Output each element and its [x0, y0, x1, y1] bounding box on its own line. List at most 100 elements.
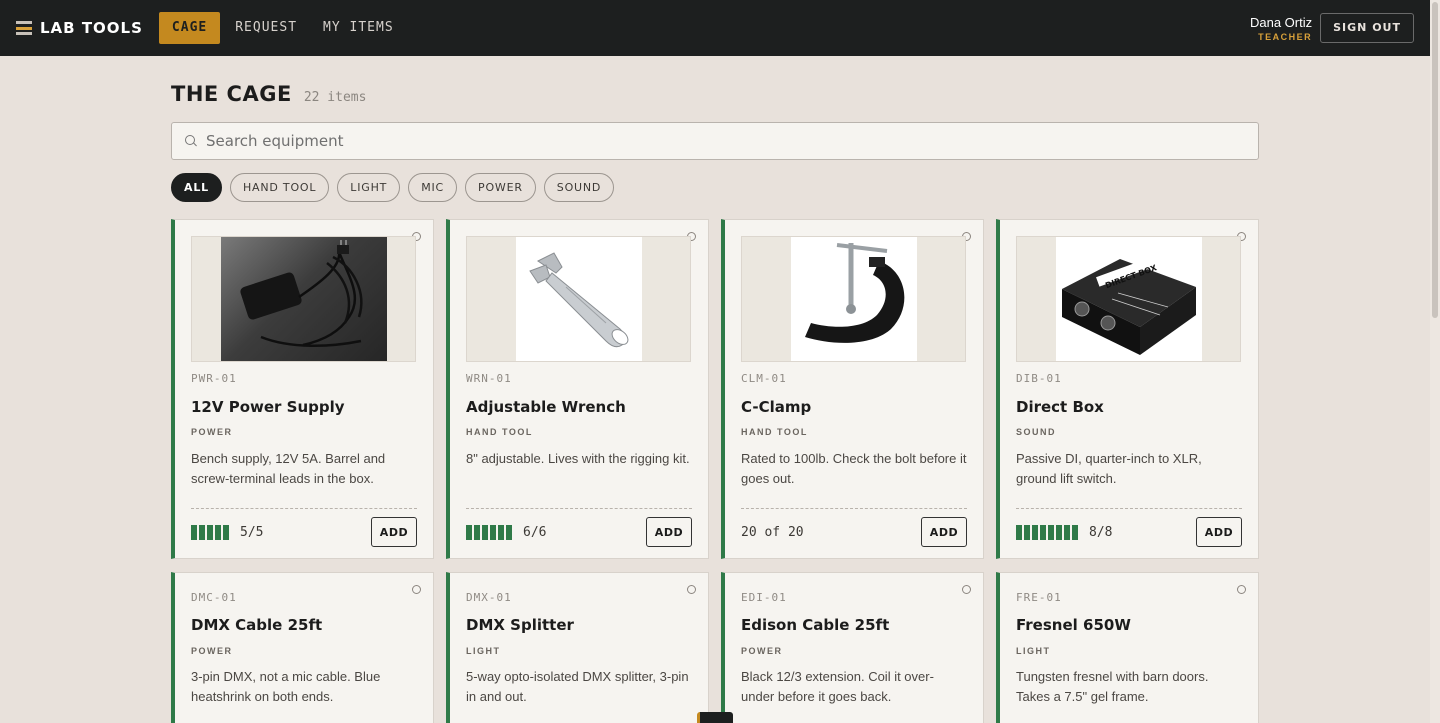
item-card[interactable]: EDI-01 Edison Cable 25ft POWER Black 12/…	[721, 572, 984, 723]
divider	[466, 508, 692, 509]
item-card[interactable]: DMX-01 DMX Splitter LIGHT 5-way opto-iso…	[446, 572, 709, 723]
item-name: DMX Splitter	[466, 616, 574, 634]
add-button[interactable]: ADD	[921, 517, 967, 547]
nav-request[interactable]: REQUEST	[222, 12, 310, 44]
item-sku: FRE-01	[1016, 591, 1062, 604]
add-button[interactable]: ADD	[1196, 517, 1242, 547]
item-image	[466, 236, 691, 362]
item-category: POWER	[191, 427, 233, 437]
item-category: POWER	[741, 646, 783, 656]
stock-bar	[466, 525, 514, 540]
item-image: DIRECT BOX	[1016, 236, 1241, 362]
stock-pip	[506, 525, 512, 540]
stock-pip	[1040, 525, 1046, 540]
item-category: POWER	[191, 646, 233, 656]
stock-indicator: 6/6	[466, 525, 546, 540]
item-name: Fresnel 650W	[1016, 616, 1131, 634]
brand[interactable]: LAB TOOLS	[16, 19, 143, 37]
item-category: HAND TOOL	[741, 427, 808, 437]
stock-pip	[1016, 525, 1022, 540]
item-sku: WRN-01	[466, 372, 512, 385]
divider	[741, 508, 967, 509]
item-card[interactable]: PWR-01 12V Power Supply POWER Bench supp…	[171, 219, 434, 559]
stock-indicator: 8/8	[1016, 525, 1112, 540]
item-image	[741, 236, 966, 362]
select-radio[interactable]	[687, 585, 696, 594]
divider	[191, 508, 417, 509]
stock-pip	[1072, 525, 1078, 540]
item-description: Black 12/3 extension. Coil it over-under…	[741, 669, 934, 704]
item-description: Passive DI, quarter-inch to XLR, ground …	[1016, 451, 1202, 486]
stock-pip	[215, 525, 221, 540]
wrench-illustration	[529, 252, 629, 348]
stock-bar	[1016, 525, 1080, 540]
item-category: HAND TOOL	[466, 427, 533, 437]
power-supply-illustration	[240, 240, 363, 348]
search-icon	[184, 134, 198, 148]
item-sku: EDI-01	[741, 591, 787, 604]
menu-icon[interactable]	[16, 21, 32, 35]
item-card[interactable]: CLM-01 C-Clamp HAND TOOL Rated to 100lb.…	[721, 219, 984, 559]
item-category: LIGHT	[466, 646, 501, 656]
item-category: LIGHT	[1016, 646, 1051, 656]
search-bar[interactable]	[171, 122, 1259, 160]
item-description: Tungsten fresnel with barn doors. Takes …	[1016, 669, 1209, 704]
stock-pip	[466, 525, 472, 540]
stock-pip	[474, 525, 480, 540]
stock-pip	[1032, 525, 1038, 540]
sign-out-button[interactable]: SIGN OUT	[1320, 13, 1414, 43]
item-name: Direct Box	[1016, 398, 1104, 416]
item-name: 12V Power Supply	[191, 398, 345, 416]
nav-my-items[interactable]: MY ITEMS	[310, 12, 407, 44]
item-name: Edison Cable 25ft	[741, 616, 890, 634]
filter-light[interactable]: LIGHT	[337, 173, 401, 202]
stock-indicator: 20 of 20	[741, 525, 804, 540]
filter-sound[interactable]: SOUND	[543, 173, 615, 202]
select-radio[interactable]	[962, 585, 971, 594]
stock-pip	[199, 525, 205, 540]
item-card[interactable]: DIRECT BOX DIB-01 Direct Box SOUND Passi…	[996, 219, 1259, 559]
scrollbar-thumb[interactable]	[1432, 2, 1438, 318]
item-description: Rated to 100lb. Check the bolt before it…	[741, 451, 967, 486]
stock-pip	[498, 525, 504, 540]
filter-all[interactable]: ALL	[171, 173, 222, 202]
stock-pip	[1048, 525, 1054, 540]
stock-count: 8/8	[1089, 525, 1113, 540]
main-nav: CAGE REQUEST MY ITEMS	[158, 12, 407, 44]
item-name: C-Clamp	[741, 398, 812, 416]
filter-hand-tool[interactable]: HAND TOOL	[229, 173, 330, 202]
select-radio[interactable]	[1237, 585, 1246, 594]
top-bar: LAB TOOLS CAGE REQUEST MY ITEMS Dana Ort…	[0, 0, 1430, 56]
page-title: THE CAGE	[171, 82, 292, 106]
stock-pip	[207, 525, 213, 540]
direct-box-illustration: DIRECT BOX	[1062, 257, 1196, 355]
item-card[interactable]: FRE-01 Fresnel 650W LIGHT Tungsten fresn…	[996, 572, 1259, 723]
stock-pip	[223, 525, 229, 540]
scrollbar[interactable]	[1430, 0, 1440, 723]
item-card[interactable]: DMC-01 DMX Cable 25ft POWER 3-pin DMX, n…	[171, 572, 434, 723]
item-card[interactable]: WRN-01 Adjustable Wrench HAND TOOL 8" ad…	[446, 219, 709, 559]
user-info: Dana Ortiz TEACHER	[1250, 15, 1312, 42]
nav-cage[interactable]: CAGE	[158, 12, 221, 44]
stock-pip	[490, 525, 496, 540]
item-name: DMX Cable 25ft	[191, 616, 323, 634]
stock-bar	[191, 525, 231, 540]
c-clamp-illustration	[805, 243, 905, 343]
floating-tray-tab[interactable]	[697, 712, 733, 723]
add-button[interactable]: ADD	[371, 517, 417, 547]
filter-power[interactable]: POWER	[465, 173, 536, 202]
stock-indicator: 5/5	[191, 525, 263, 540]
user-role: TEACHER	[1258, 31, 1313, 42]
item-description: 8" adjustable. Lives with the rigging ki…	[466, 451, 690, 466]
item-sku: DMC-01	[191, 591, 237, 604]
select-radio[interactable]	[412, 585, 421, 594]
filter-mic[interactable]: MIC	[408, 173, 458, 202]
add-button[interactable]: ADD	[646, 517, 692, 547]
item-sku: DIB-01	[1016, 372, 1062, 385]
item-sku: CLM-01	[741, 372, 787, 385]
user-name: Dana Ortiz	[1249, 14, 1313, 30]
stock-pip	[482, 525, 488, 540]
search-input[interactable]	[206, 132, 1258, 150]
item-description: 5-way opto-isolated DMX splitter, 3-pin …	[466, 669, 689, 704]
item-sku: DMX-01	[466, 591, 512, 604]
